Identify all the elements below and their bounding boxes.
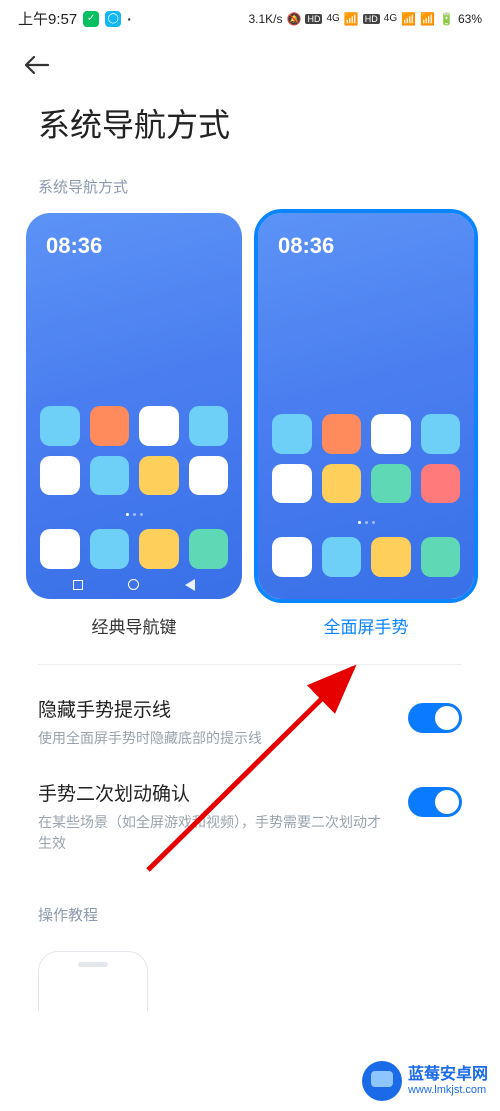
network-speed: 3.1K/s xyxy=(248,12,282,26)
app-icon xyxy=(90,529,130,569)
app-icon xyxy=(421,414,461,454)
app-icon xyxy=(322,464,362,504)
app-icon xyxy=(421,464,461,504)
app-icon xyxy=(139,406,179,446)
nav-label-classic: 经典导航键 xyxy=(92,613,177,638)
toggle-hide-hint[interactable] xyxy=(408,703,462,733)
more-notif-icon: · xyxy=(127,11,132,27)
app-icon xyxy=(371,464,411,504)
setting-desc: 在某些场景（如全屏游戏和视频），手势需要二次划动才生效 xyxy=(38,812,388,854)
page-title: 系统导航方式 xyxy=(0,90,500,176)
toggle-double-swipe[interactable] xyxy=(408,787,462,817)
app-icon xyxy=(40,456,80,496)
classic-nav-bar-icon xyxy=(40,579,228,591)
setting-double-swipe: 手势二次划动确认 在某些场景（如全屏游戏和视频），手势需要二次划动才生效 xyxy=(0,749,500,854)
watermark: 蓝莓安卓网 www.lmkjst.com xyxy=(362,1061,488,1101)
nav-option-gesture[interactable]: 08:36 全面屏手势 xyxy=(258,213,474,638)
app-icon xyxy=(189,406,229,446)
signal-bars-icon-1: 📶 xyxy=(344,12,359,26)
app-icon xyxy=(40,406,80,446)
setting-hide-hint: 隐藏手势提示线 使用全面屏手势时隐藏底部的提示线 xyxy=(0,665,500,749)
app-icon xyxy=(139,529,179,569)
tutorial-card[interactable] xyxy=(38,951,148,1011)
preview-time: 08:36 xyxy=(40,233,228,259)
status-time: 上午9:57 xyxy=(18,8,77,29)
app-icon xyxy=(421,537,461,577)
app-icon xyxy=(272,464,312,504)
app-icon xyxy=(322,537,362,577)
wechat-icon: ✓ xyxy=(83,11,99,27)
signal-4g-icon-1: 4G xyxy=(326,13,339,24)
watermark-icon xyxy=(362,1061,402,1101)
hd-icon-1: HD xyxy=(305,14,322,24)
app-icon xyxy=(272,414,312,454)
app-icon xyxy=(90,456,130,496)
app-icon xyxy=(90,406,130,446)
status-bar: 上午9:57 ✓ ◯ · 3.1K/s 🔕 HD 4G 📶 HD 4G 📶 📶 … xyxy=(0,0,500,33)
back-button[interactable] xyxy=(0,33,500,90)
preview-time: 08:36 xyxy=(272,233,460,259)
setting-desc: 使用全面屏手势时隐藏底部的提示线 xyxy=(38,728,388,749)
signal-bars-icon-2: 📶 xyxy=(401,12,416,26)
section-label-tutorial: 操作教程 xyxy=(0,854,500,941)
qq-icon: ◯ xyxy=(105,11,121,27)
wifi-icon: 📶 xyxy=(420,12,435,26)
app-icon xyxy=(322,414,362,454)
mute-icon: 🔕 xyxy=(287,12,302,26)
app-icon xyxy=(371,537,411,577)
app-icon xyxy=(40,529,80,569)
app-icon xyxy=(371,414,411,454)
app-icon xyxy=(189,529,229,569)
signal-4g-icon-2: 4G xyxy=(384,13,397,24)
battery-icon: 🔋 xyxy=(439,12,454,26)
classic-preview: 08:36 xyxy=(26,213,242,599)
section-label-nav: 系统导航方式 xyxy=(0,176,500,213)
app-icon xyxy=(189,456,229,496)
nav-mode-options: 08:36 经典导航键 08:36 全面屏手势 xyxy=(0,213,500,638)
setting-title: 手势二次划动确认 xyxy=(38,779,388,806)
app-icon xyxy=(272,537,312,577)
app-icon xyxy=(139,456,179,496)
setting-title: 隐藏手势提示线 xyxy=(38,695,388,722)
battery-percent: 63% xyxy=(458,12,482,26)
hd-icon-2: HD xyxy=(363,14,380,24)
watermark-url: www.lmkjst.com xyxy=(408,1084,488,1096)
nav-label-gesture: 全面屏手势 xyxy=(324,613,409,638)
gesture-preview: 08:36 xyxy=(258,213,474,599)
watermark-name: 蓝莓安卓网 xyxy=(408,1066,488,1084)
nav-option-classic[interactable]: 08:36 经典导航键 xyxy=(26,213,242,638)
